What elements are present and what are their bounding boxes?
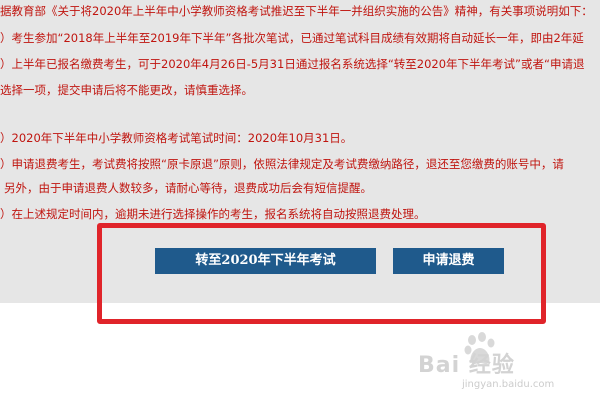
notice-line-item-2-cont: 选择一项，提交申请后将不能更改，请慎重选择。 (0, 83, 253, 97)
notice-line-item-1: ）考生参加“2018年上半年至2019年下半年”各批次笔试，已通过笔试科目成绩有… (0, 31, 584, 45)
notice-line-item-4-cont: 另外，由于申请退费人数较多，请耐心等待，退费成功后会有短信提醒。 (4, 181, 372, 195)
watermark-logo: Bai 经验 (418, 353, 515, 378)
notice-line-item-5: ）在上述规定时间内，逾期未进行选择操作的考生，报名系统将自动按照退费处理。 (0, 207, 426, 221)
notice-line-item-4: ）申请退费考生，考试费将按照“原卡原退”原则，依照法律规定及考试费缴纳路径，退还… (0, 157, 564, 171)
notice-line-intro: 据教育部《关于将2020年上半年中小学教师资格考试推迟至下半年一并组织实施的公告… (0, 4, 593, 18)
notice-line-item-3: ）2020年下半年中小学教师资格考试笔试时间：2020年10月31日。 (0, 131, 353, 145)
notice-line-item-2: ）上半年已报名缴费考生，可于2020年4月26日-5月31日通过报名系统选择“转… (0, 57, 585, 71)
highlight-box (97, 223, 546, 324)
watermark-url: jingyan.baidu.com (462, 379, 555, 390)
